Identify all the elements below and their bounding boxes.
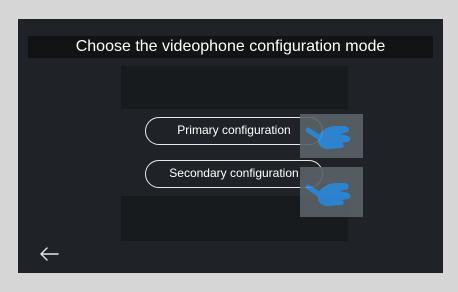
device-bezel: Choose the videophone configuration mode… bbox=[0, 0, 458, 292]
background-panel-top bbox=[121, 66, 348, 109]
primary-configuration-button[interactable]: Primary configuration bbox=[145, 117, 323, 145]
hand-pointer-icon bbox=[300, 114, 363, 158]
hand-pointer-icon bbox=[300, 167, 363, 217]
title-bar: Choose the videophone configuration mode bbox=[28, 36, 433, 58]
videophone-screen: Choose the videophone configuration mode… bbox=[18, 19, 443, 273]
back-arrow-icon[interactable] bbox=[38, 245, 60, 263]
secondary-configuration-button[interactable]: Secondary configuration bbox=[145, 160, 323, 188]
page-title: Choose the videophone configuration mode bbox=[75, 38, 386, 55]
